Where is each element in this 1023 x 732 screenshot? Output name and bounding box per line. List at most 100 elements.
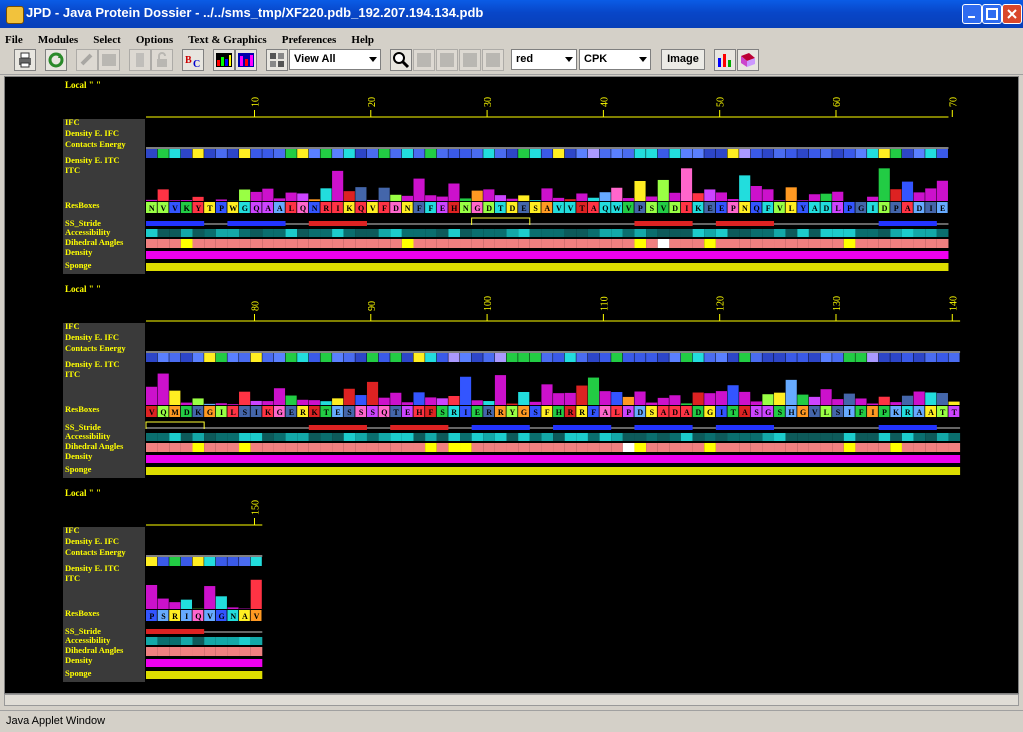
accessibility-cell (902, 433, 914, 441)
dihedral-cell (495, 443, 507, 452)
title-bar: JPD - Java Protein Dossier - ../../sms_t… (0, 0, 1023, 28)
color-bars-icon[interactable] (213, 49, 235, 71)
accessibility-cell (367, 229, 379, 237)
horizontal-scrollbar[interactable] (4, 694, 1019, 706)
print-icon[interactable] (14, 49, 36, 71)
residue-letter: S (650, 408, 655, 417)
itc-bar (879, 168, 890, 201)
contacts-energy-cell (169, 149, 180, 158)
menu-preferences[interactable]: Preferences (277, 32, 342, 46)
contacts-energy-cell (576, 353, 587, 362)
style-select[interactable]: CPK (579, 49, 651, 70)
contacts-energy-cell (693, 353, 704, 362)
maximize-button[interactable] (982, 4, 1002, 24)
ss-strand (472, 425, 530, 430)
panel-3-icon[interactable] (459, 49, 481, 71)
dihedral-cell (437, 239, 449, 248)
menu-modules[interactable]: Modules (33, 32, 83, 46)
contacts-energy-cell (634, 149, 645, 158)
track-label: IFC (65, 525, 80, 535)
ss-helix (309, 425, 367, 430)
bc-icon[interactable]: BC (182, 49, 204, 71)
panel-1-icon[interactable] (413, 49, 435, 71)
refresh-icon[interactable] (45, 49, 67, 71)
dihedral-cell (588, 239, 600, 248)
menu-file[interactable]: File (0, 32, 28, 46)
contacts-energy-cell (541, 353, 552, 362)
accessibility-cell (181, 229, 193, 237)
menu-text-graphics[interactable]: Text & Graphics (183, 32, 271, 46)
dihedral-cell (239, 239, 251, 248)
maximize-icon (986, 8, 998, 20)
residue-letter: F (766, 204, 771, 213)
itc-bar (669, 193, 680, 201)
itc-bar (344, 191, 355, 201)
minimize-button[interactable] (962, 4, 982, 24)
dihedral-cell (274, 239, 286, 248)
residue-letter: P (731, 204, 736, 213)
chart-icon[interactable] (714, 49, 736, 71)
residue-letter: Q (381, 408, 387, 417)
contacts-energy-cell (274, 149, 285, 158)
contacts-energy-cell (623, 353, 634, 362)
contacts-energy-cell (472, 149, 483, 158)
accessibility-cell (855, 433, 867, 441)
accessibility-cell (762, 229, 774, 237)
layout-icon[interactable] (266, 49, 288, 71)
accessibility-cell (332, 433, 344, 441)
itc-bar (809, 397, 820, 405)
ruler-label: 110 (599, 296, 610, 311)
residue-letter: A (661, 408, 667, 417)
itc-bar (728, 199, 739, 201)
menu-select[interactable]: Select (88, 32, 125, 46)
sequence-canvas[interactable]: Local " "10203040506070IFCDensity E. IFC… (4, 76, 1019, 694)
view-select[interactable]: View All (289, 49, 381, 70)
accessibility-cell (809, 229, 821, 237)
contacts-energy-cell (413, 353, 424, 362)
grid-icon[interactable] (98, 49, 120, 71)
residue-letter: L (614, 408, 619, 417)
image-button[interactable]: Image (661, 49, 705, 70)
dihedral-cell (251, 647, 263, 656)
ss-strand (879, 221, 937, 226)
lock-icon[interactable] (151, 49, 173, 71)
menu-options[interactable]: Options (131, 32, 178, 46)
close-icon (1006, 8, 1018, 20)
track-label: Accessibility (65, 431, 111, 441)
ruler-label: 120 (716, 296, 727, 311)
track-label: Density (65, 655, 93, 665)
dihedral-cell (623, 443, 635, 452)
track-label: IFC (65, 321, 80, 331)
link-icon[interactable] (76, 49, 98, 71)
residue-letter: F (382, 204, 387, 213)
accessibility-cell (379, 229, 391, 237)
residue-letter: L (835, 204, 840, 213)
residue-letter: S (243, 408, 248, 417)
contacts-energy-cell (437, 149, 448, 158)
document-icon[interactable] (129, 49, 151, 71)
dihedral-cell (320, 239, 332, 248)
book-icon[interactable] (737, 49, 759, 71)
panel-4-icon[interactable] (482, 49, 504, 71)
panel-2-icon[interactable] (436, 49, 458, 71)
contacts-energy-cell (181, 149, 192, 158)
contacts-energy-cell (158, 557, 169, 566)
accessibility-cell (402, 433, 414, 441)
accessibility-cell (728, 433, 740, 441)
color-select[interactable]: red (511, 49, 577, 70)
contacts-energy-cell (274, 353, 285, 362)
itc-bar (704, 189, 715, 201)
residue-letter: Y (800, 204, 806, 213)
close-button[interactable] (1002, 4, 1022, 24)
accessibility-cell (902, 229, 914, 237)
itc-bar (786, 380, 797, 405)
color-bars-2-icon[interactable] (235, 49, 257, 71)
itc-bar (658, 398, 669, 405)
residue-letter: D (672, 204, 678, 213)
itc-bar (390, 393, 401, 405)
itc-bar (693, 393, 704, 405)
accessibility-cell (437, 229, 449, 237)
view-select-value: View All (294, 53, 336, 65)
menu-help[interactable]: Help (346, 32, 379, 46)
zoom-icon[interactable] (390, 49, 412, 71)
